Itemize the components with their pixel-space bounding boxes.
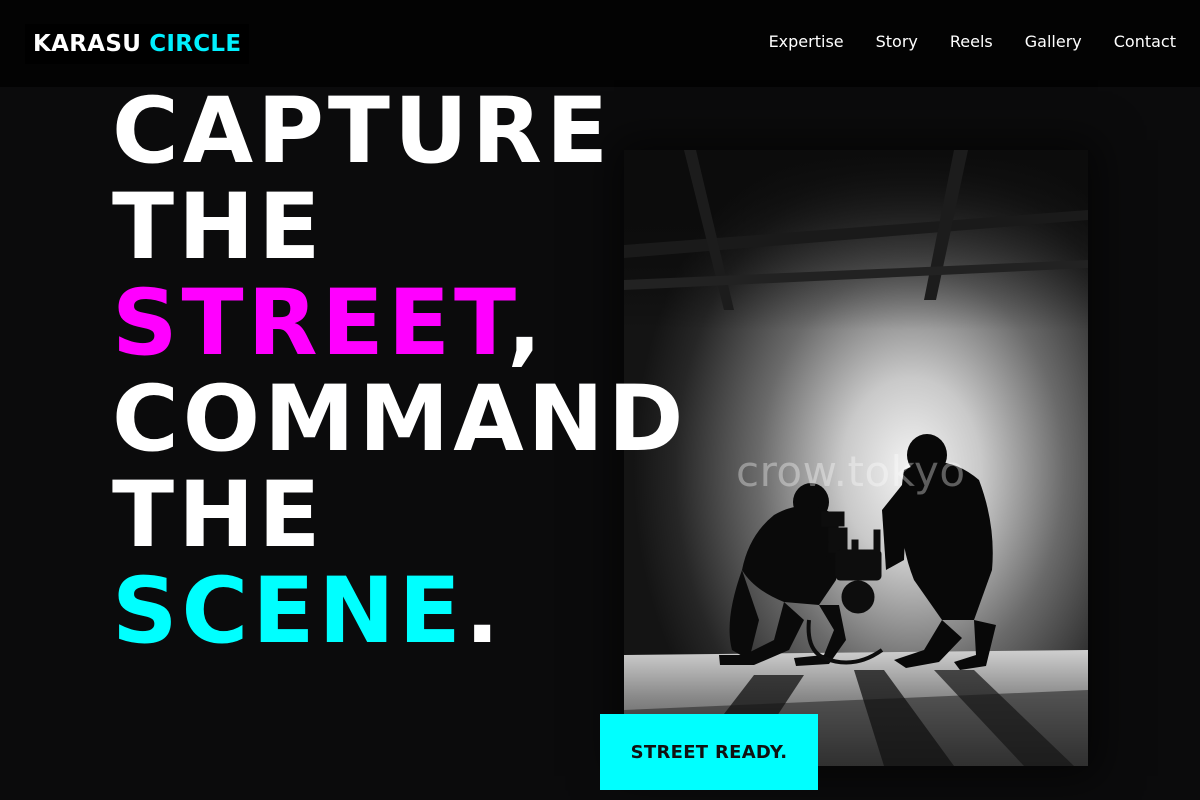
hero-headline: CAPTURE THE STREET, COMMAND THE SCENE. xyxy=(112,84,687,660)
main-nav: Expertise Story Reels Gallery Contact xyxy=(769,0,1176,83)
headline-line-3: STREET, xyxy=(112,276,687,372)
headline-line-6: SCENE. xyxy=(112,564,687,660)
headline-line-1: CAPTURE xyxy=(112,79,613,184)
headline-line-4: COMMAND xyxy=(112,367,688,472)
brand-name-accent: CIRCLE xyxy=(149,31,242,57)
site-header: KARASU CIRCLE Expertise Story Reels Gall… xyxy=(0,0,1200,87)
headline-line-5: THE xyxy=(112,463,325,568)
nav-link-expertise[interactable]: Expertise xyxy=(769,32,844,51)
hero-photo: crow.tokyo xyxy=(624,150,1088,766)
headline-street: STREET xyxy=(112,271,508,376)
photo-watermark: crow.tokyo xyxy=(736,447,966,496)
brand-logo[interactable]: KARASU CIRCLE xyxy=(25,24,250,64)
nav-link-story[interactable]: Story xyxy=(876,32,918,51)
headline-comma: , xyxy=(507,271,546,376)
nav-link-gallery[interactable]: Gallery xyxy=(1025,32,1082,51)
nav-link-contact[interactable]: Contact xyxy=(1114,32,1176,51)
page: KARASU CIRCLE Expertise Story Reels Gall… xyxy=(0,0,1200,800)
headline-line-2: THE xyxy=(112,175,325,280)
street-ready-button[interactable]: STREET READY. xyxy=(600,714,818,790)
brand-name-primary: KARASU xyxy=(33,31,142,57)
headline-period: . xyxy=(464,559,504,664)
nav-link-reels[interactable]: Reels xyxy=(950,32,993,51)
headline-scene: SCENE xyxy=(112,559,465,664)
